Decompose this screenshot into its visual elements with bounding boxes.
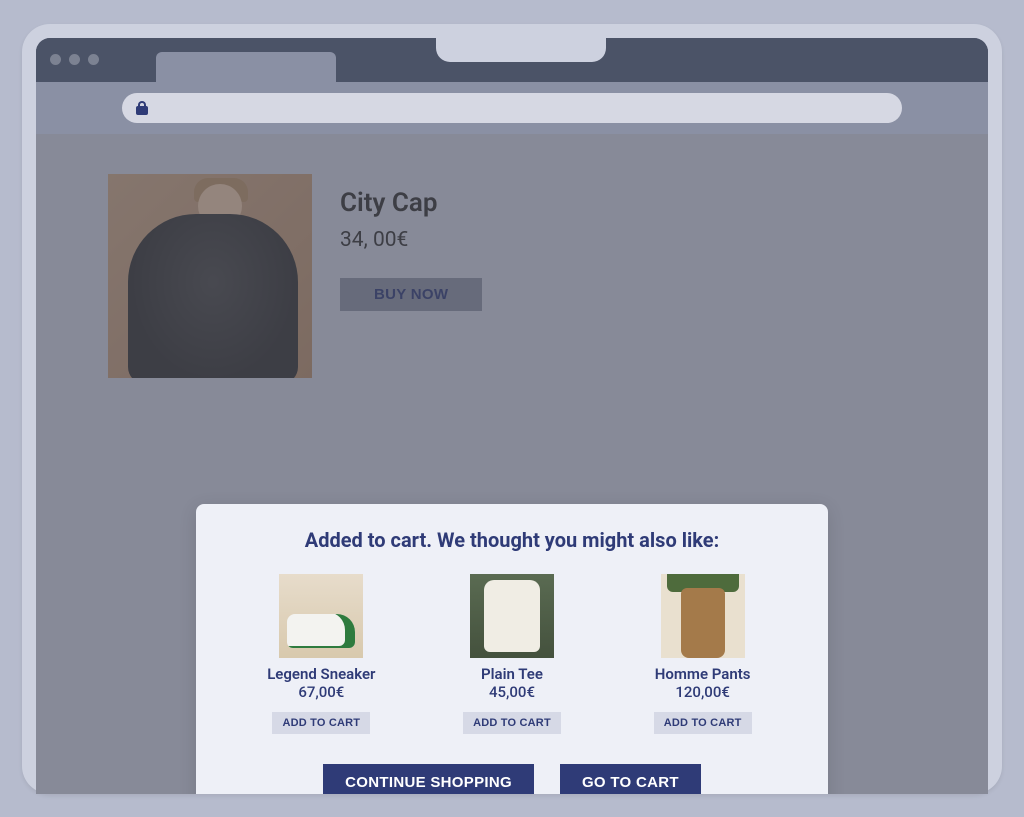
recommendations-row: Legend Sneaker 67,00€ ADD TO CART Plain … [226, 574, 798, 734]
device-notch [436, 38, 606, 62]
recommendation-item: Homme Pants 120,00€ ADD TO CART [618, 574, 788, 734]
window-maximize-icon[interactable] [88, 54, 99, 65]
recommendation-price: 120,00€ [618, 683, 788, 701]
window-controls [50, 54, 99, 65]
toolbar [36, 82, 988, 134]
added-to-cart-modal: Added to cart. We thought you might also… [196, 504, 828, 794]
modal-actions: CONTINUE SHOPPING GO TO CART [226, 764, 798, 794]
window-close-icon[interactable] [50, 54, 61, 65]
modal-title: Added to cart. We thought you might also… [226, 528, 798, 552]
recommendation-price: 67,00€ [236, 683, 406, 701]
tab-strip [36, 38, 988, 82]
address-bar[interactable] [122, 93, 902, 123]
browser-window: City Cap 34, 00€ BUY NOW Added to cart. … [36, 38, 988, 794]
recommendation-item: Legend Sneaker 67,00€ ADD TO CART [236, 574, 406, 734]
recommendation-image[interactable] [661, 574, 745, 658]
browser-tab[interactable] [156, 52, 336, 82]
add-to-cart-button[interactable]: ADD TO CART [654, 712, 752, 734]
lock-icon [136, 101, 148, 115]
page-content: City Cap 34, 00€ BUY NOW Added to cart. … [36, 134, 988, 794]
go-to-cart-button[interactable]: GO TO CART [560, 764, 701, 794]
recommendation-item: Plain Tee 45,00€ ADD TO CART [427, 574, 597, 734]
recommendation-price: 45,00€ [427, 683, 597, 701]
continue-shopping-button[interactable]: CONTINUE SHOPPING [323, 764, 534, 794]
recommendation-name: Plain Tee [427, 666, 597, 683]
recommendation-name: Homme Pants [618, 666, 788, 683]
window-minimize-icon[interactable] [69, 54, 80, 65]
add-to-cart-button[interactable]: ADD TO CART [272, 712, 370, 734]
recommendation-image[interactable] [279, 574, 363, 658]
recommendation-name: Legend Sneaker [236, 666, 406, 683]
add-to-cart-button[interactable]: ADD TO CART [463, 712, 561, 734]
recommendation-image[interactable] [470, 574, 554, 658]
device-frame: City Cap 34, 00€ BUY NOW Added to cart. … [22, 24, 1002, 794]
